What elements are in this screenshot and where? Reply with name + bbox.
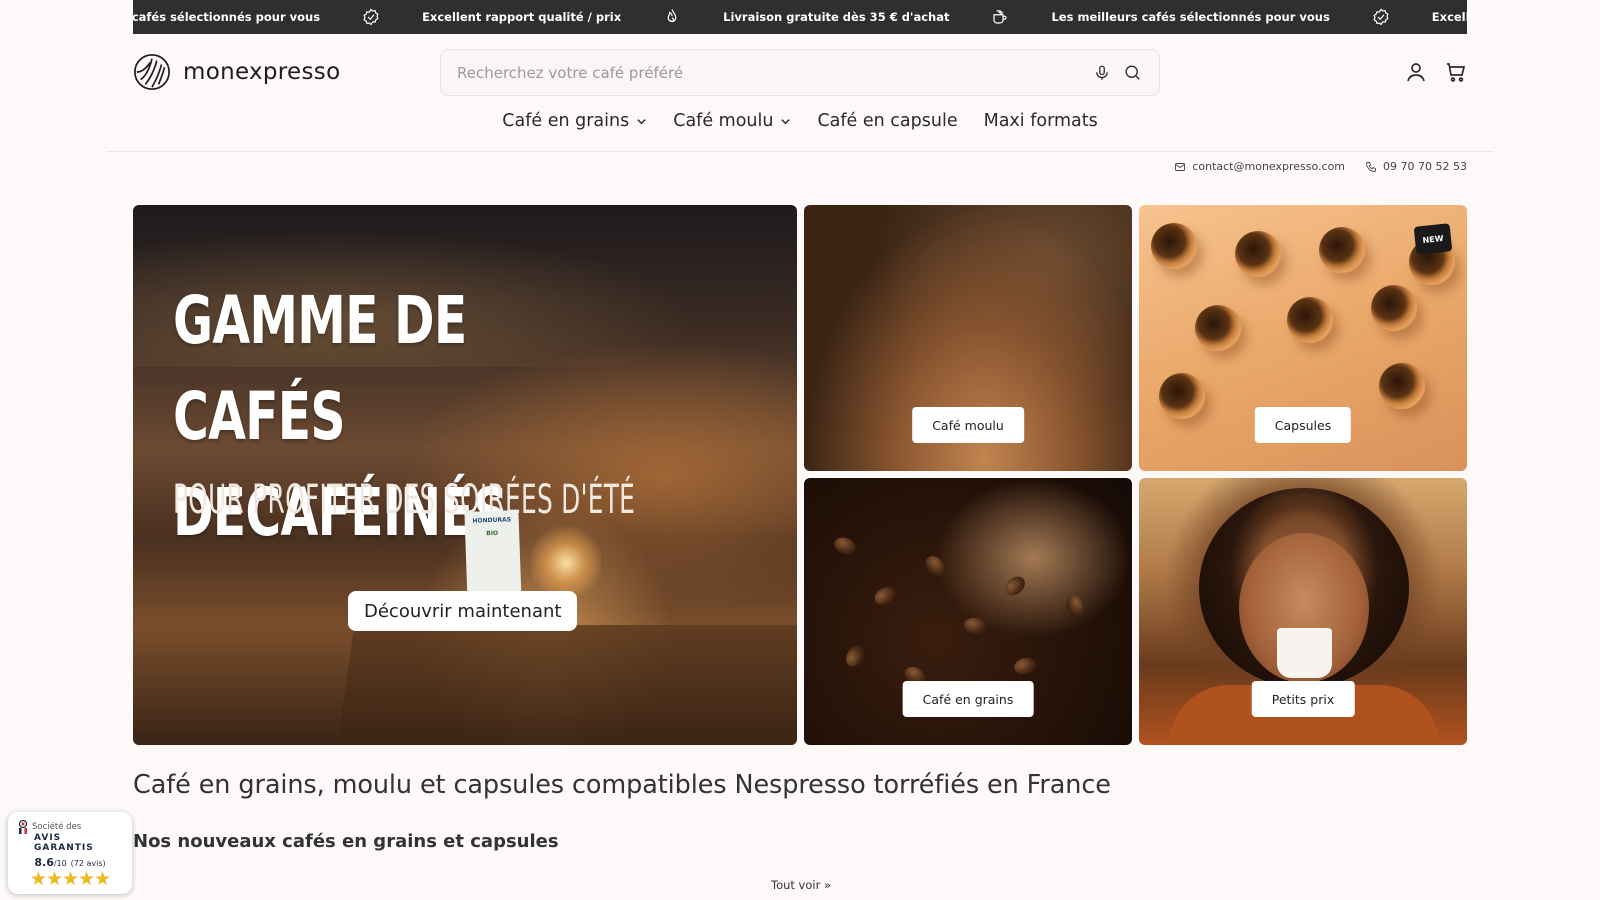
hero-banner[interactable]: GAMME DE CAFÉS DECAFÉINÉS POUR PROFITER …	[133, 205, 797, 745]
ticker-track: s cafés sélectionnés pour vous Excellent…	[133, 8, 1467, 26]
hero-product-bag: HONDURAS BIO	[464, 510, 522, 604]
ticker-text: s cafés sélectionnés pour vous	[133, 10, 321, 24]
contact-phone-text: 09 70 70 52 53	[1383, 160, 1467, 173]
category-tile-cafe-en-grains[interactable]: Café en grains	[804, 478, 1132, 745]
ticker-item: s cafés sélectionnés pour vous	[133, 8, 422, 26]
capsule-image	[1319, 227, 1365, 273]
chevron-down-icon	[637, 118, 646, 124]
ticker-text: Excellent rapport qualité / prix	[1431, 10, 1467, 24]
coffee-bean-image	[871, 583, 899, 609]
chevron-down-icon	[781, 118, 791, 124]
contact-email-text: contact@monexpresso.com	[1192, 160, 1346, 173]
nav-item-label: Café en capsule	[817, 111, 958, 131]
reviews-widget-brand: AVIS GARANTIS	[34, 833, 94, 853]
nav-item-cafe-moulu[interactable]: Café moulu	[673, 106, 791, 136]
hero-product-label-2: BIO	[486, 529, 499, 538]
capsule-image	[1235, 231, 1281, 277]
category-tile-cafe-moulu[interactable]: Café moulu	[804, 205, 1132, 471]
capsule-image	[1379, 363, 1425, 409]
search-icon[interactable]	[1121, 62, 1143, 84]
nav-item-maxi-formats[interactable]: Maxi formats	[984, 106, 1098, 136]
hero-table-image	[331, 625, 797, 745]
reviews-widget-header: Société des	[18, 820, 122, 834]
account-icon[interactable]	[1404, 60, 1428, 84]
search-bar	[440, 49, 1160, 96]
reviews-widget-line1: Société des	[32, 822, 82, 832]
hero-subtitle: POUR PROFITER DES SOIRÉES D'ÉTÉ	[173, 477, 636, 523]
contact-phone[interactable]: 09 70 70 52 53	[1365, 160, 1467, 173]
star-rating-icon: ★★★★★	[29, 868, 111, 890]
nav-item-label: Café moulu	[673, 111, 774, 131]
check-badge-icon	[362, 8, 380, 26]
main-nav: Café en grains Café moulu Café en capsul…	[0, 106, 1600, 136]
coffee-bean-image	[1063, 592, 1087, 620]
coffee-cup-icon	[991, 8, 1009, 26]
capsule-image	[1195, 305, 1241, 351]
contact-email[interactable]: contact@monexpresso.com	[1174, 160, 1345, 173]
logo-text: monexpresso	[183, 59, 341, 85]
discover-now-button[interactable]: Découvrir maintenant	[348, 591, 578, 631]
coffee-bean-image	[1001, 572, 1029, 600]
see-all-link[interactable]: Tout voir »	[771, 878, 831, 892]
ticker-item: Excellent rapport qualité / prix	[422, 8, 723, 26]
mail-icon	[1175, 162, 1186, 171]
check-badge-icon	[1372, 8, 1390, 26]
flame-icon	[663, 8, 681, 26]
ticker-text: Livraison gratuite dès 35 € d'achat	[723, 10, 950, 24]
page-heading: Café en grains, moulu et capsules compat…	[133, 770, 1111, 800]
search-input[interactable]	[457, 63, 1083, 82]
capsule-image	[1159, 373, 1205, 419]
coffee-bean-image	[831, 534, 859, 558]
logo-mark-icon	[134, 54, 170, 90]
category-tile-capsules[interactable]: NEW Capsules	[1139, 205, 1467, 471]
category-button-petits-prix[interactable]: Petits prix	[1251, 681, 1355, 717]
capsule-image	[1151, 223, 1197, 269]
reviews-score-scale: /10	[53, 859, 67, 868]
ticker-item: Les meilleurs cafés sélectionnés pour vo…	[1051, 8, 1431, 26]
candle-glow	[531, 521, 601, 597]
nav-item-cafe-en-capsule[interactable]: Café en capsule	[817, 106, 957, 136]
coffee-bean-image	[1012, 655, 1038, 677]
reviews-count: (72 avis)	[70, 859, 106, 868]
ticker-text: Les meilleurs cafés sélectionnés pour vo…	[1051, 10, 1330, 24]
announcement-bar: s cafés sélectionnés pour vous Excellent…	[133, 0, 1467, 34]
ticker-item: Livraison gratuite dès 35 € d'achat	[723, 8, 1051, 26]
section-heading: Nos nouveaux cafés en grains et capsules	[133, 831, 559, 852]
reviews-widget[interactable]: Société des AVIS GARANTIS 8.6/10 (72 avi…	[8, 812, 132, 894]
header-divider	[106, 151, 1494, 152]
new-badge: NEW	[1413, 223, 1453, 255]
category-tile-petits-prix[interactable]: Petits prix	[1139, 478, 1467, 745]
ticker-text: Excellent rapport qualité / prix	[422, 10, 622, 24]
capsule-image	[1287, 297, 1333, 343]
microphone-icon[interactable]	[1091, 62, 1113, 84]
nav-item-cafe-en-grains[interactable]: Café en grains	[502, 106, 647, 136]
contact-bar: contact@monexpresso.com 09 70 70 52 53	[1174, 160, 1467, 173]
coffee-bean-image	[962, 616, 988, 636]
nav-item-label: Café en grains	[502, 111, 630, 131]
category-button-cafe-moulu[interactable]: Café moulu	[912, 407, 1024, 443]
header-actions	[1404, 60, 1468, 84]
nav-item-label: Maxi formats	[983, 111, 1098, 131]
capsule-image	[1371, 285, 1417, 331]
coffee-cup-image	[1277, 628, 1332, 678]
hero-title-line1: GAMME DE CAFÉS	[173, 282, 467, 455]
phone-icon	[1366, 161, 1376, 172]
coffee-bean-image	[842, 642, 868, 670]
category-button-cafe-en-grains[interactable]: Café en grains	[902, 681, 1034, 717]
ticker-item: Excellent rapport qualité / prix	[1432, 8, 1467, 26]
coffee-bean-image	[921, 552, 949, 580]
hero-product-label-1: HONDURAS	[472, 516, 512, 525]
cart-icon[interactable]	[1444, 60, 1468, 84]
category-button-capsules[interactable]: Capsules	[1254, 407, 1352, 443]
site-logo[interactable]: monexpresso	[133, 53, 340, 91]
avis-garantis-logo-icon	[18, 820, 28, 834]
